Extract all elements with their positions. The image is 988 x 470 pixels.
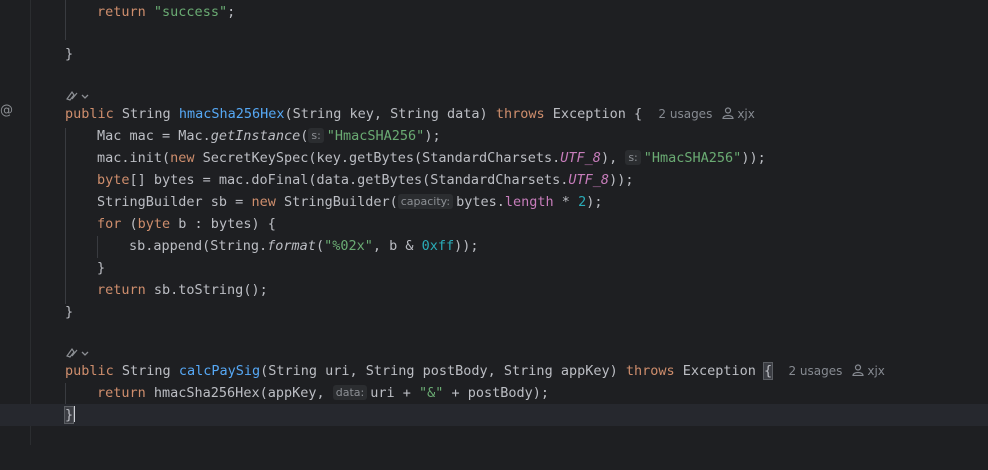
code-line[interactable]: } bbox=[0, 257, 988, 279]
method-name[interactable]: hmacSha256Hex bbox=[179, 106, 285, 122]
method-name[interactable]: calcPaySig bbox=[179, 363, 260, 379]
code-line[interactable]: } bbox=[0, 301, 988, 323]
implementation-hint-icon[interactable] bbox=[65, 346, 91, 360]
code-line[interactable]: return sb.toString(); bbox=[0, 279, 988, 301]
author-icon bbox=[852, 364, 864, 376]
code-line[interactable]: for (byte b : bytes) { bbox=[0, 213, 988, 235]
string-literal: "success" bbox=[153, 4, 228, 20]
code-line[interactable]: Mac mac = Mac.getInstance(s: "HmacSHA256"… bbox=[0, 125, 988, 147]
method-signature-calcpaysig[interactable]: public String calcPaySig(String uri, Str… bbox=[0, 360, 988, 382]
author-label[interactable]: xjx bbox=[737, 107, 755, 121]
code-line[interactable]: } bbox=[0, 43, 988, 65]
matched-brace: } bbox=[63, 406, 75, 424]
code-line[interactable]: return "success"; bbox=[0, 1, 988, 23]
code-line[interactable]: byte[] bytes = mac.doFinal(data.getBytes… bbox=[0, 169, 988, 191]
code-line[interactable]: StringBuilder sb = new StringBuilder(cap… bbox=[0, 191, 988, 213]
code-line[interactable]: mac.init(new SecretKeySpec(key.getBytes(… bbox=[0, 147, 988, 169]
usages-link[interactable]: 2 usages bbox=[658, 107, 712, 121]
keyword-return: return bbox=[97, 4, 146, 20]
current-line[interactable]: } bbox=[0, 404, 988, 426]
parameter-hint: capacity: bbox=[397, 194, 454, 209]
code-line[interactable]: sb.append(String.format("%02x", b & 0xff… bbox=[0, 235, 988, 257]
usages-link[interactable]: 2 usages bbox=[788, 364, 842, 378]
code-editor[interactable]: return "success"; } public String hmacSh… bbox=[0, 0, 988, 445]
text-caret bbox=[73, 406, 76, 422]
code-line[interactable]: return hmacSha256Hex(appKey, data: uri + … bbox=[0, 382, 988, 404]
matched-brace: { bbox=[763, 362, 774, 380]
author-label[interactable]: xjx bbox=[867, 364, 885, 378]
parameter-hint: s: bbox=[625, 150, 641, 165]
author-icon bbox=[722, 107, 734, 119]
implementation-hint-icon[interactable] bbox=[65, 89, 91, 103]
method-signature-hmacsha256hex[interactable]: public String hmacSha256Hex(String key, … bbox=[0, 103, 988, 125]
parameter-hint: s: bbox=[308, 128, 324, 143]
parameter-hint: data: bbox=[332, 385, 368, 400]
